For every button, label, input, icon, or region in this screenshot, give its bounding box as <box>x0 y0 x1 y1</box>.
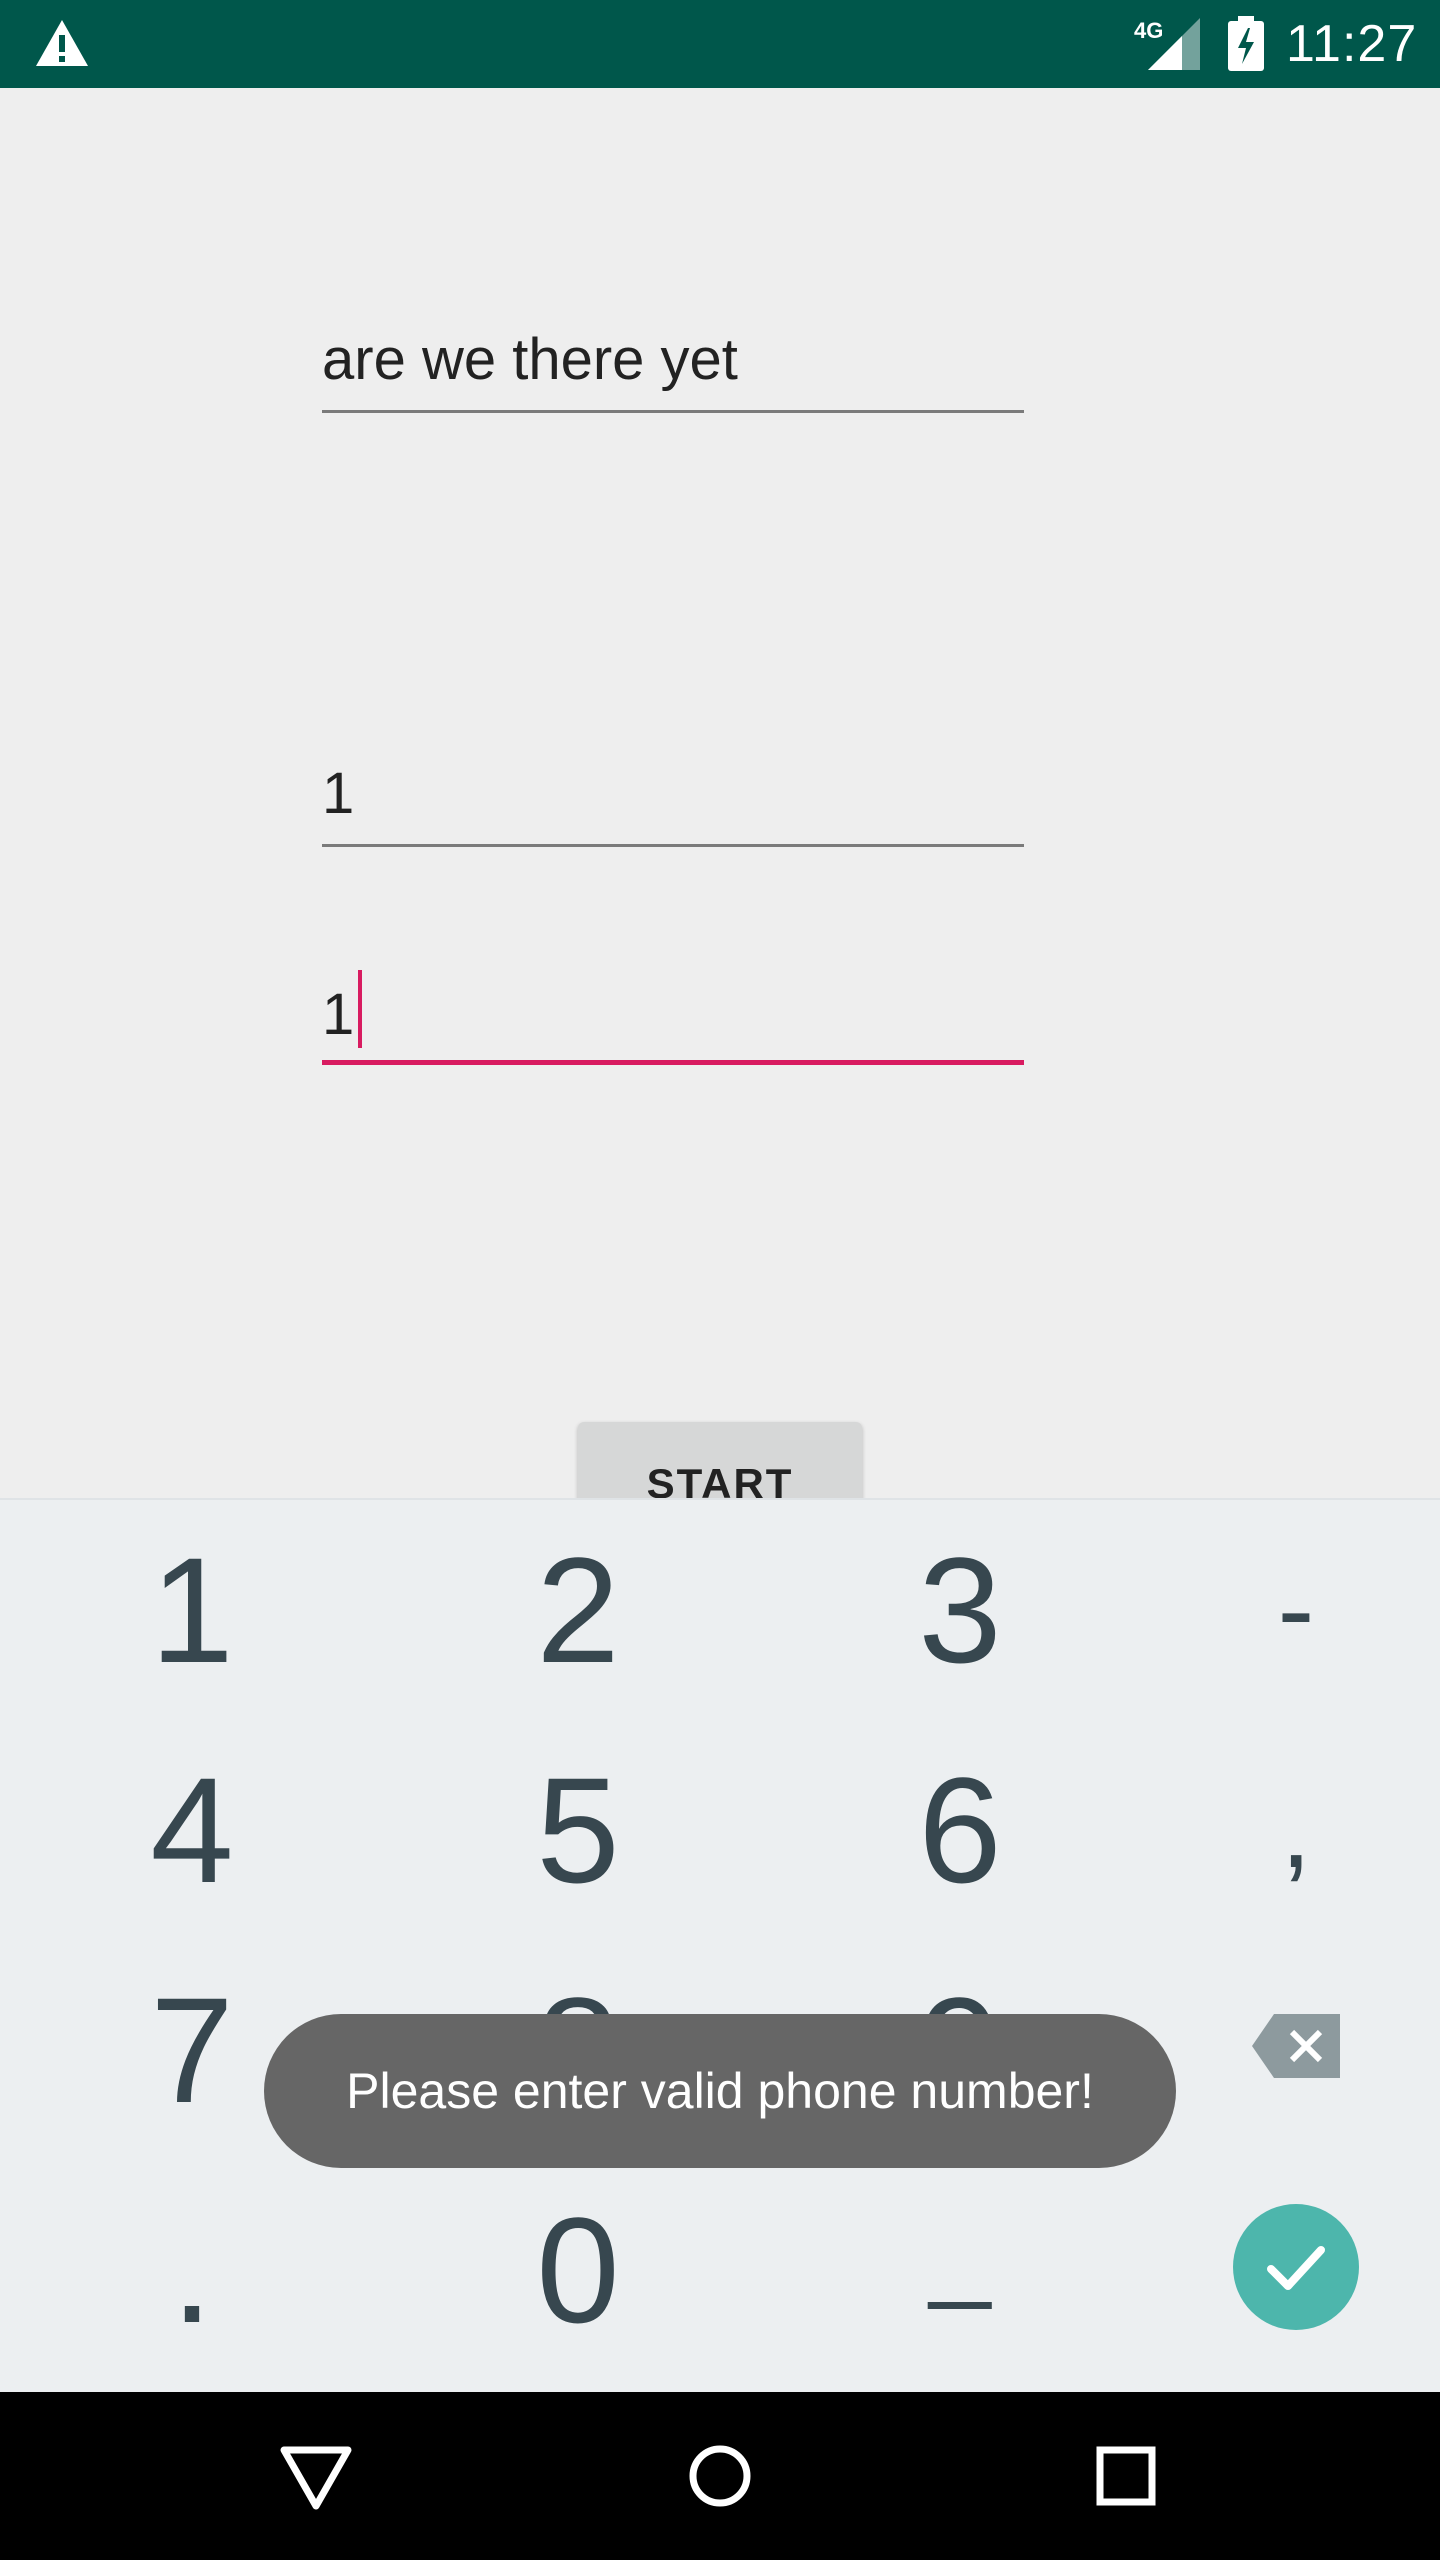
signal-icon <box>1148 18 1200 70</box>
key-period[interactable]: . <box>12 2160 372 2380</box>
status-bar: 4G 11:27 <box>0 0 1440 88</box>
message-field-underline <box>322 410 1024 413</box>
phone-number-field-value-wrap: 1 <box>322 970 363 1048</box>
key-5[interactable]: 5 <box>398 1720 758 1940</box>
key-comma[interactable]: , <box>1116 1720 1440 1940</box>
key-6[interactable]: 6 <box>780 1720 1140 1940</box>
numeric-keyboard: 1 2 3 - 4 5 6 , 7 8 9 . 0 _ <box>0 1498 1440 2392</box>
key-3[interactable]: 3 <box>780 1500 1140 1720</box>
number-field-1-underline <box>322 844 1024 847</box>
text-field-message[interactable]: are we there yet <box>322 318 1024 418</box>
message-field-value: are we there yet <box>322 327 738 392</box>
start-button-label: START <box>646 1460 794 1507</box>
key-0[interactable]: 0 <box>398 2160 758 2380</box>
recents-icon[interactable] <box>1086 2436 1166 2516</box>
check-icon <box>1267 2246 1325 2290</box>
navigation-bar <box>0 2392 1440 2560</box>
key-4[interactable]: 4 <box>12 1720 372 1940</box>
battery-charging-icon <box>1228 16 1264 71</box>
enter-key[interactable] <box>1233 2204 1359 2330</box>
back-icon[interactable] <box>276 2436 356 2516</box>
backspace-icon[interactable] <box>1252 2014 1340 2078</box>
phone-number-field-value: 1 <box>322 982 355 1047</box>
number-field-1-value: 1 <box>322 761 355 826</box>
key-dash[interactable]: - <box>1116 1500 1440 1720</box>
text-cursor <box>358 970 363 1048</box>
clock: 11:27 <box>1286 15 1418 73</box>
toast-message: Please enter valid phone number! <box>264 2014 1176 2168</box>
key-underscore[interactable]: _ <box>780 2140 1140 2360</box>
key-2[interactable]: 2 <box>398 1500 758 1720</box>
key-1[interactable]: 1 <box>12 1500 372 1720</box>
home-icon[interactable] <box>680 2436 760 2516</box>
phone-number-field[interactable]: 1 <box>322 962 1024 1068</box>
warning-icon <box>36 20 88 66</box>
phone-number-field-underline <box>322 1060 1024 1065</box>
number-field-1[interactable]: 1 <box>322 752 1024 852</box>
